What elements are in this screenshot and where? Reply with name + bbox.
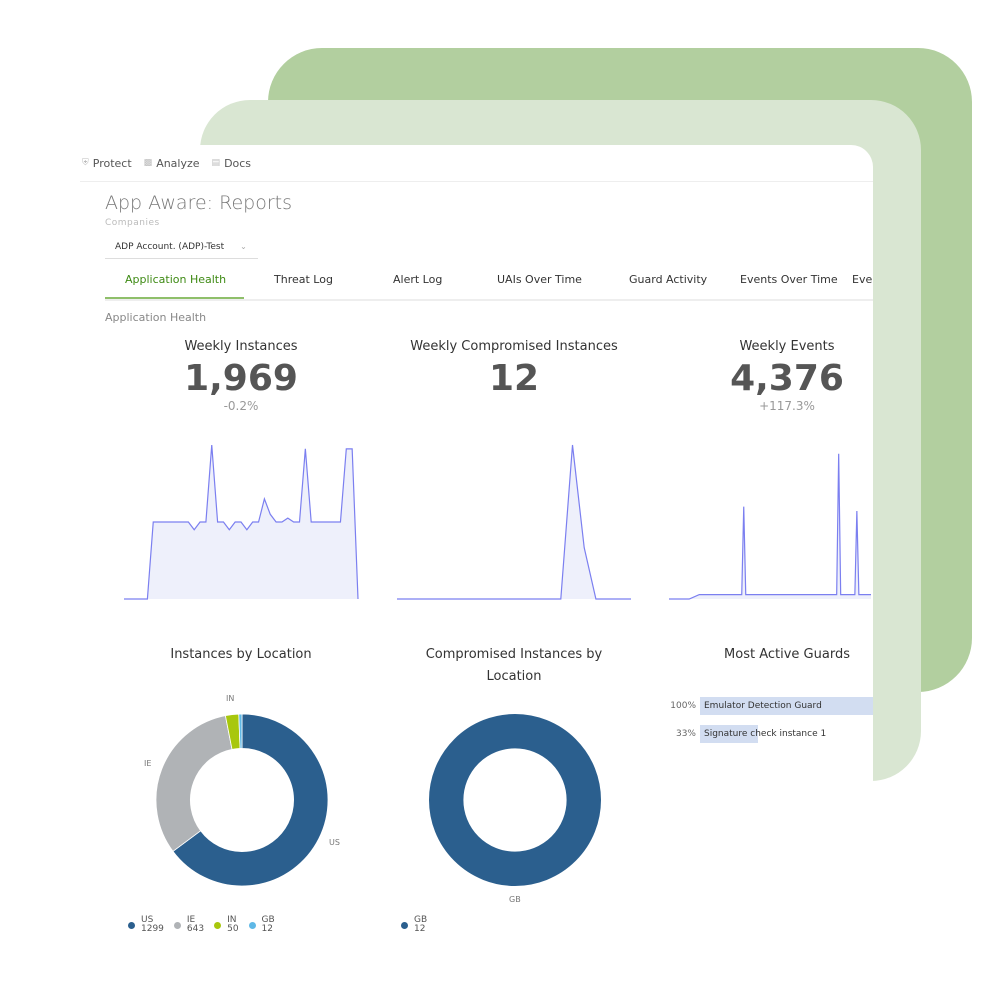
legend-text: GB 12 [414,916,427,934]
compromised-by-location-donut [428,713,602,887]
company-select[interactable]: ADP Account. (ADP)-Test ⌄ [105,235,258,259]
tab-application-health[interactable]: Application Health [125,273,226,286]
legend-compromised-by-location: GB 12 [401,916,427,934]
kpi-value: 1,969 [184,358,298,399]
shield-icon: ⛨ [82,158,89,168]
chart-title-instances-by-location: Instances by Location [170,647,312,662]
legend-text: IN 50 [227,916,238,934]
chart-title-most-active-guards: Most Active Guards [724,647,850,662]
legend-dot-gb [248,921,256,929]
weekly-instances-sparkline [124,444,359,600]
pie-label-us: US [329,838,340,847]
kpi-value: 4,376 [730,358,844,399]
legend-dot-in [214,921,222,929]
report-tabs: Application Health Threat Log Alert Log … [105,267,873,301]
legend-dot-ie [173,921,181,929]
legend-count: 12 [414,924,426,934]
reports-window: ⛨ Protect ▩ Analyze ▤ Docs App Aware: Re… [70,145,873,942]
nav-label: Docs [224,156,252,170]
legend-count: 1299 [141,924,164,934]
nav-label: Analyze [156,156,200,170]
chevron-down-icon: ⌄ [240,242,247,251]
legend-text: IE 643 [187,916,204,934]
nav-label: Protect [92,156,132,170]
sparkline-series [669,453,871,600]
legend-dot-us [128,921,135,929]
legend-item: IE 643 [173,916,204,934]
legend-count: 12 [261,924,273,934]
companies-label: Companies [105,218,160,228]
kpi-title: Weekly Events [739,339,835,354]
legend-item: GB 12 [248,916,275,934]
legend-item: IN 50 [214,916,239,934]
pie-label-gb: GB [509,895,521,904]
legend-count: 643 [186,924,205,934]
donut-slice-ie [155,715,233,852]
weekly-events-sparkline [669,453,871,600]
kpi-value: 12 [488,358,540,399]
document-icon: ▤ [211,158,221,168]
tab-threat-log[interactable]: Threat Log [274,273,333,286]
weekly-compromised-sparkline [397,444,631,600]
section-label: Application Health [105,311,207,324]
guard-percent: 33% [675,729,696,739]
most-active-guards-list: 100% Emulator Detection Guard 33% Signat… [660,697,873,753]
guard-name: Signature check instance 1 [704,729,827,739]
page-title: App Aware: Reports [105,192,292,214]
legend-item: US 1299 [128,916,164,934]
kpi-delta: +117.3% [759,399,815,413]
kpi-weekly-events: Weekly Events 4,376 +117.3% [657,339,873,412]
instances-by-location-donut [155,713,329,887]
legend-count: 50 [227,924,239,934]
guard-row[interactable]: 33% Signature check instance 1 [660,725,873,743]
nav-protect[interactable]: ⛨ Protect [82,157,132,170]
pie-label-ie: IE [144,759,152,768]
guard-name: Emulator Detection Guard [704,701,822,711]
legend-dot-gb [401,921,408,929]
bar-chart-icon: ▩ [143,158,153,168]
kpi-weekly-instances: Weekly Instances 1,969 -0.2% [111,339,371,412]
kpi-weekly-compromised: Weekly Compromised Instances 12 [384,339,644,400]
legend-text: US 1299 [141,916,164,934]
kpi-delta: -0.2% [223,399,259,413]
donut-slice-gb [428,713,602,887]
legend-item: GB 12 [401,916,427,934]
divider [80,181,873,182]
legend-text: GB 12 [262,916,275,934]
tab-events-truncated[interactable]: Eve [852,273,872,286]
tab-guard-activity[interactable]: Guard Activity [629,273,707,286]
kpi-title: Weekly Compromised Instances [410,339,618,354]
guard-percent: 100% [670,701,696,711]
sparkline-area [397,445,631,599]
tab-alert-log[interactable]: Alert Log [393,273,442,286]
tab-uais-over-time[interactable]: UAIs Over Time [497,273,582,286]
nav-docs[interactable]: ▤ Docs [212,157,252,170]
sparkline-series [397,444,631,600]
tab-events-over-time[interactable]: Events Over Time [740,273,838,286]
kpi-title: Weekly Instances [184,339,298,354]
nav-analyze[interactable]: ▩ Analyze [144,157,200,170]
top-navigation: ⛨ Protect ▩ Analyze ▤ Docs [82,153,251,173]
pie-label-in: IN [226,694,235,703]
guard-row[interactable]: 100% Emulator Detection Guard [660,697,873,715]
company-select-value: ADP Account. (ADP)-Test [115,241,225,252]
active-tab-indicator [105,297,244,299]
legend-instances-by-location: US 1299 IE 643 IN 50 GB 12 [128,916,275,934]
chart-title-compromised-by-location: Compromised Instances by Location [425,647,603,684]
